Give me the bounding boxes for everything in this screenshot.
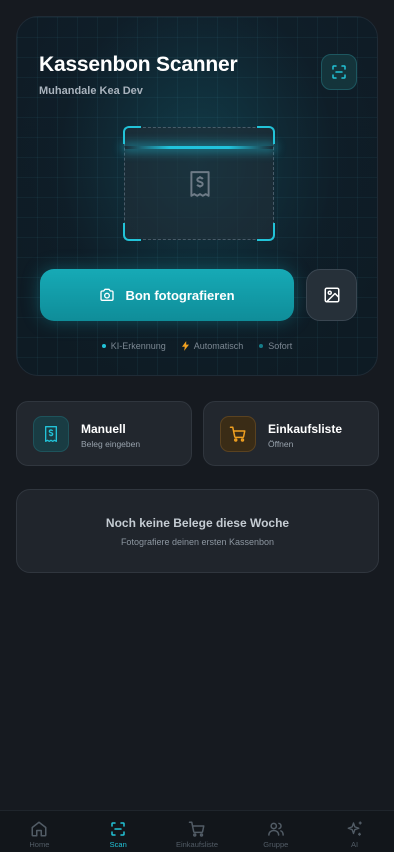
viewfinder-corner — [123, 126, 141, 144]
nav-label: AI — [351, 840, 359, 849]
card-subtitle: Öffnen — [268, 439, 294, 449]
nav-label: Home — [29, 840, 50, 849]
image-icon — [324, 287, 339, 303]
receipt-icon — [45, 425, 57, 442]
scan-mode-button[interactable] — [321, 54, 357, 90]
scan-icon — [332, 65, 346, 79]
card-title: Einkaufsliste — [268, 422, 343, 436]
nav-label: Gruppe — [263, 840, 289, 849]
empty-subtitle: Fotografiere deinen ersten Kassenbon — [120, 537, 275, 547]
empty-receipts-state: Noch keine Belege diese Woche Fotografie… — [16, 489, 379, 573]
nav-item-shopping-list[interactable]: Einkaufsliste — [158, 811, 237, 852]
viewfinder-corner — [123, 223, 141, 241]
empty-title: Noch keine Belege diese Woche — [105, 516, 290, 530]
user-name: Muhandale Kea Dev — [39, 85, 143, 97]
manual-icon-box — [33, 416, 69, 452]
dot-icon — [101, 344, 106, 348]
scanner-hero-card: Kassenbon Scanner Muhandale Kea Dev Bon — [16, 16, 378, 376]
scan-icon — [111, 822, 125, 836]
camera-viewfinder[interactable] — [123, 126, 275, 241]
card-title: Manuell — [81, 422, 126, 436]
scan-beam — [125, 146, 273, 149]
feature-label: Sofort — [268, 341, 293, 351]
cart-icon-box — [220, 416, 256, 452]
viewfinder-corner — [257, 126, 275, 144]
camera-icon — [100, 288, 115, 301]
receipt-icon — [190, 171, 210, 197]
sparkles-icon — [347, 821, 362, 836]
feature-label: KI-Erkennung — [110, 341, 166, 351]
shopping-list-card[interactable]: Einkaufsliste Öffnen — [203, 401, 379, 466]
nav-label: Einkaufsliste — [175, 840, 219, 849]
bolt-icon — [181, 341, 189, 351]
page-title: Kassenbon Scanner — [39, 53, 238, 76]
app-screen: Kassenbon Scanner Muhandale Kea Dev Bon — [0, 0, 394, 852]
take-photo-button[interactable]: Bon fotografieren — [40, 269, 294, 321]
bottom-navigation: Home Scan Einkaufsliste Gruppe AI — [0, 810, 394, 852]
nav-item-scan[interactable]: Scan — [79, 811, 158, 852]
nav-item-home[interactable]: Home — [0, 811, 79, 852]
users-icon — [267, 822, 284, 836]
viewfinder-corner — [257, 223, 275, 241]
dot-icon — [259, 344, 264, 348]
take-photo-label: Bon fotografieren — [125, 287, 235, 303]
feature-label: Automatisch — [193, 341, 244, 351]
home-icon — [31, 821, 47, 837]
gallery-button[interactable] — [306, 269, 357, 321]
cart-icon — [229, 426, 246, 442]
manual-entry-card[interactable]: Manuell Beleg eingeben — [16, 401, 192, 466]
feature-item: Automatisch — [181, 341, 244, 351]
nav-label: Scan — [109, 840, 127, 849]
nav-item-ai[interactable]: AI — [315, 811, 394, 852]
feature-item: KI-Erkennung — [101, 341, 166, 351]
cart-icon — [188, 821, 205, 837]
feature-list: KI-Erkennung Automatisch Sofort — [17, 341, 377, 351]
card-subtitle: Beleg eingeben — [81, 439, 141, 449]
nav-item-group[interactable]: Gruppe — [236, 811, 315, 852]
feature-item: Sofort — [259, 341, 292, 351]
